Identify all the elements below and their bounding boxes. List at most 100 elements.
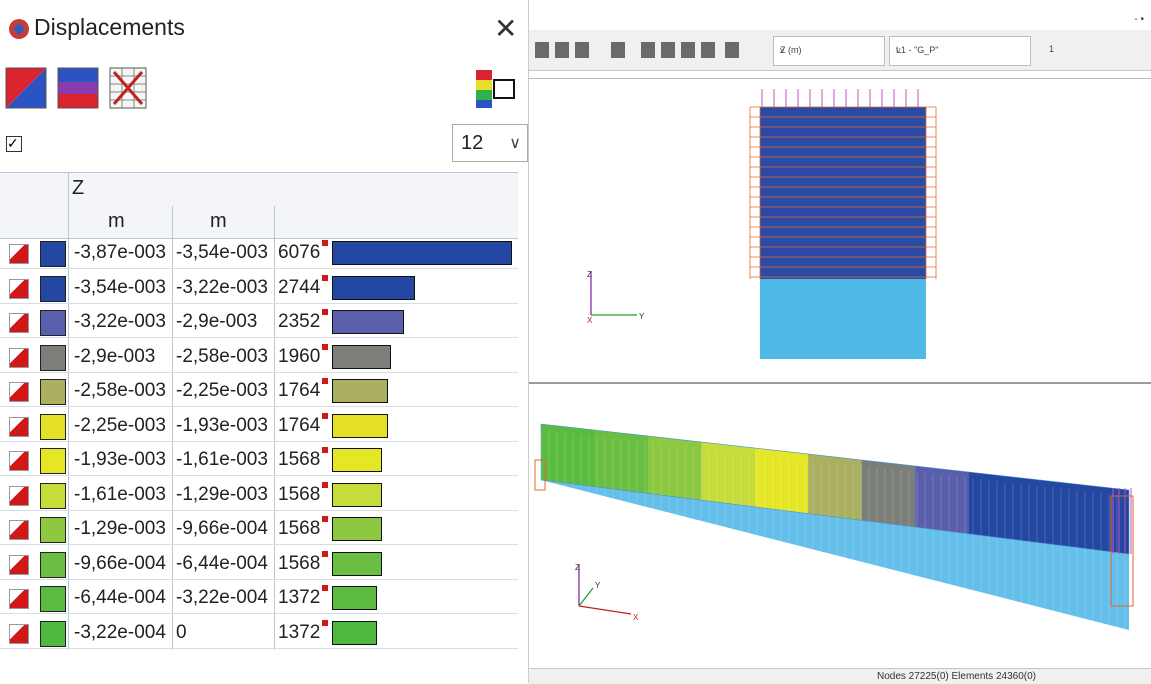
isometric-view[interactable]: Z X Y: [529, 382, 1151, 670]
row-visibility-checkbox[interactable]: [9, 520, 29, 540]
color-swatch[interactable]: [40, 551, 66, 578]
layer-icon[interactable]: [661, 42, 675, 58]
table-row: -3,22e-003 -2,9e-003 2352: [0, 307, 518, 338]
color-swatch[interactable]: [40, 413, 66, 440]
export-table-icon[interactable]: [104, 64, 152, 112]
histogram-bar: [332, 413, 388, 438]
grid-tool-icon[interactable]: [555, 42, 569, 58]
count-flag-icon: [322, 274, 328, 281]
row-visibility-checkbox[interactable]: [9, 554, 29, 575]
row-visibility-checkbox[interactable]: [9, 382, 29, 402]
mesh-status: Nodes 27225(0) Elements 24360(0): [877, 671, 1036, 682]
row-divider: [0, 475, 518, 476]
table-row: -3,22e-004 0 1372: [0, 618, 518, 649]
row-divider: [0, 302, 518, 304]
count-flag-icon: [322, 619, 328, 626]
axis-label-y: Y: [595, 581, 601, 590]
row-visibility-checkbox[interactable]: [9, 589, 29, 609]
displacements-panel: Displacements ✕ ✓ 12 ∨ Z m m -3,87e-003 …: [0, 0, 528, 683]
node-count: 6076: [278, 242, 321, 263]
count-flag-icon: [322, 240, 328, 246]
row-divider: [0, 406, 518, 407]
range-to: -1,93e-003: [176, 414, 268, 436]
color-swatch[interactable]: [40, 241, 66, 267]
node-count: 1960: [278, 345, 321, 367]
color-swatch[interactable]: [40, 379, 66, 405]
row-divider: [0, 337, 518, 338]
table-row: -1,93e-003 -1,61e-003 1568: [0, 445, 518, 476]
node-count: 2744: [278, 276, 321, 298]
row-divider: [0, 440, 518, 442]
range-to: -3,22e-003: [176, 276, 268, 298]
color-swatch[interactable]: [40, 344, 66, 371]
color-bands-icon[interactable]: [54, 64, 102, 112]
color-swatch[interactable]: [40, 620, 66, 647]
row-visibility-checkbox[interactable]: [9, 416, 29, 437]
load-case-dropdown[interactable]: L1 - "G_P" v: [889, 36, 1031, 66]
row-divider: [0, 509, 518, 511]
range-from: -1,93e-003: [74, 449, 166, 470]
range-from: -1,61e-003: [74, 483, 166, 505]
row-visibility-checkbox[interactable]: [9, 313, 29, 333]
histogram-bar: [332, 344, 391, 369]
grid-tool-icon[interactable]: [575, 42, 589, 58]
color-swatch[interactable]: [40, 448, 66, 474]
row-visibility-checkbox[interactable]: [9, 451, 29, 471]
axis-label-x: X: [633, 613, 639, 622]
sort-icon[interactable]: [611, 42, 625, 58]
table-row: -2,58e-003 -2,25e-003 1764: [0, 376, 518, 407]
count-flag-icon: [322, 550, 328, 557]
row-visibility-checkbox[interactable]: [9, 485, 29, 506]
table-row: -9,66e-004 -6,44e-004 1568: [0, 549, 518, 580]
range-from: -3,54e-003: [74, 276, 166, 298]
row-visibility-checkbox[interactable]: [9, 244, 29, 264]
close-icon[interactable]: ✕: [494, 12, 517, 45]
table-header-component: Z: [0, 172, 518, 208]
show-checkbox[interactable]: ✓: [6, 136, 22, 152]
row-visibility-checkbox[interactable]: [9, 347, 29, 368]
status-bar: Nodes 27225(0) Elements 24360(0): [529, 668, 1151, 684]
histogram-bar: [332, 310, 404, 334]
row-divider: [0, 544, 518, 545]
range-to: -3,22e-004: [176, 587, 268, 608]
row-visibility-checkbox[interactable]: [9, 623, 29, 644]
layer-icon[interactable]: [641, 42, 655, 58]
layer-icon[interactable]: [681, 42, 695, 58]
node-count: 2352: [278, 311, 321, 332]
color-swatch[interactable]: [40, 482, 66, 509]
count-flag-icon: [322, 516, 328, 522]
color-swatch[interactable]: [40, 586, 66, 612]
range-from: -3,22e-003: [74, 311, 166, 332]
layout-icon[interactable]: [725, 42, 739, 58]
layer-icon[interactable]: [701, 42, 715, 58]
count-flag-icon: [322, 481, 328, 488]
color-swatch[interactable]: [40, 310, 66, 336]
table-row: -3,87e-003 -3,54e-003 6076: [0, 238, 518, 269]
table-row: -3,54e-003 -3,22e-003 2744: [0, 273, 518, 304]
legend-toggle-icon[interactable]: [474, 66, 518, 110]
axis-label-y: Y: [639, 312, 645, 321]
axis-label-x: X: [587, 316, 593, 325]
component-label: Z: [72, 177, 85, 199]
levels-select[interactable]: 12 ∨: [452, 124, 528, 162]
table-row: -1,29e-003 -9,66e-004 1568: [0, 514, 518, 545]
app-logo-icon: [9, 19, 29, 39]
range-to: -2,25e-003: [176, 380, 268, 401]
section-view[interactable]: Z X Y: [529, 78, 1151, 379]
histogram-bar: [332, 586, 377, 610]
node-count: 1568: [278, 552, 321, 574]
histogram-bar: [332, 551, 382, 576]
table-header-units: m m: [0, 206, 518, 239]
step-dropdown[interactable]: 1: [1043, 36, 1103, 64]
color-map-icon[interactable]: [2, 64, 50, 112]
range-to: -9,66e-004: [176, 518, 268, 539]
color-swatch[interactable]: [40, 275, 66, 302]
row-visibility-checkbox[interactable]: [9, 278, 29, 299]
row-divider: [0, 268, 518, 269]
window-buttons[interactable]: - •: [1134, 14, 1144, 25]
color-swatch[interactable]: [40, 517, 66, 543]
viewer-toolbar: Z (m) v L1 - "G_P" v 1: [529, 30, 1151, 71]
grid-tool-icon[interactable]: [535, 42, 549, 58]
range-from: -2,25e-003: [74, 414, 166, 436]
result-component-dropdown[interactable]: Z (m) v: [773, 36, 885, 66]
